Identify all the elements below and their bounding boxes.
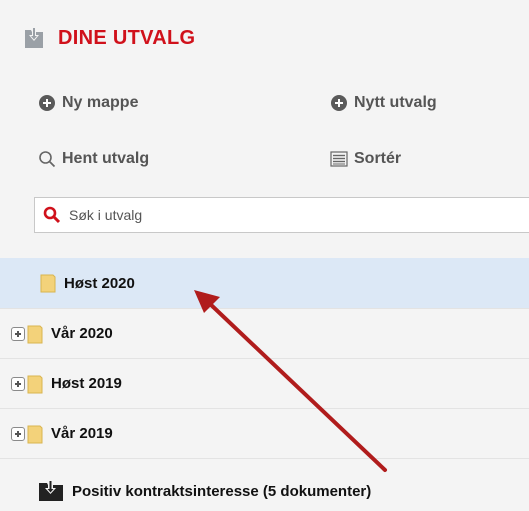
folder-label: Vår 2020 bbox=[51, 325, 113, 342]
folder-label: Vår 2019 bbox=[51, 425, 113, 442]
folder-icon bbox=[27, 425, 43, 443]
folder-label: Høst 2019 bbox=[51, 375, 122, 392]
new-folder-label: Ny mappe bbox=[62, 94, 139, 111]
list-icon bbox=[330, 151, 348, 167]
new-selection-label: Nytt utvalg bbox=[354, 94, 437, 111]
expand-icon[interactable] bbox=[11, 326, 25, 341]
fetch-selection-button[interactable]: Hent utvalg bbox=[38, 150, 149, 168]
folder-row-host-2020[interactable]: Høst 2020 bbox=[0, 258, 529, 309]
saved-selection-label: Positiv kontraktsinteresse (5 dokumenter… bbox=[72, 482, 372, 500]
folder-row-host-2019[interactable]: Høst 2019 bbox=[0, 359, 529, 409]
sort-label: Sortér bbox=[354, 150, 402, 167]
folder-icon bbox=[27, 375, 43, 393]
folder-icon bbox=[27, 325, 43, 343]
search-icon bbox=[43, 206, 61, 224]
plus-circle-icon bbox=[330, 94, 348, 112]
search-input[interactable] bbox=[67, 206, 511, 224]
folder-row-var-2019[interactable]: Vår 2019 bbox=[0, 409, 529, 459]
search-icon bbox=[39, 151, 56, 168]
expand-icon[interactable] bbox=[11, 376, 25, 391]
expand-icon[interactable] bbox=[11, 426, 25, 441]
saved-selection-item[interactable]: Positiv kontraktsinteresse (5 dokumenter… bbox=[38, 480, 371, 502]
search-box[interactable] bbox=[34, 197, 529, 233]
folder-download-icon bbox=[39, 480, 63, 501]
sort-button[interactable]: Sortér bbox=[330, 150, 401, 168]
folder-icon bbox=[40, 274, 56, 293]
new-folder-button[interactable]: Ny mappe bbox=[38, 94, 138, 112]
selections-panel: DINE UTVALG Ny mappe Nytt utvalg Hent ut… bbox=[0, 0, 529, 511]
fetch-selection-label: Hent utvalg bbox=[62, 150, 150, 167]
plus-circle-icon bbox=[38, 94, 56, 112]
panel-title: DINE UTVALG bbox=[58, 26, 196, 49]
panel-header: DINE UTVALG bbox=[24, 22, 195, 54]
new-selection-button[interactable]: Nytt utvalg bbox=[330, 94, 437, 112]
folder-download-icon bbox=[25, 27, 43, 48]
folder-row-var-2020[interactable]: Vår 2020 bbox=[0, 309, 529, 359]
folder-label: Høst 2020 bbox=[64, 274, 135, 292]
